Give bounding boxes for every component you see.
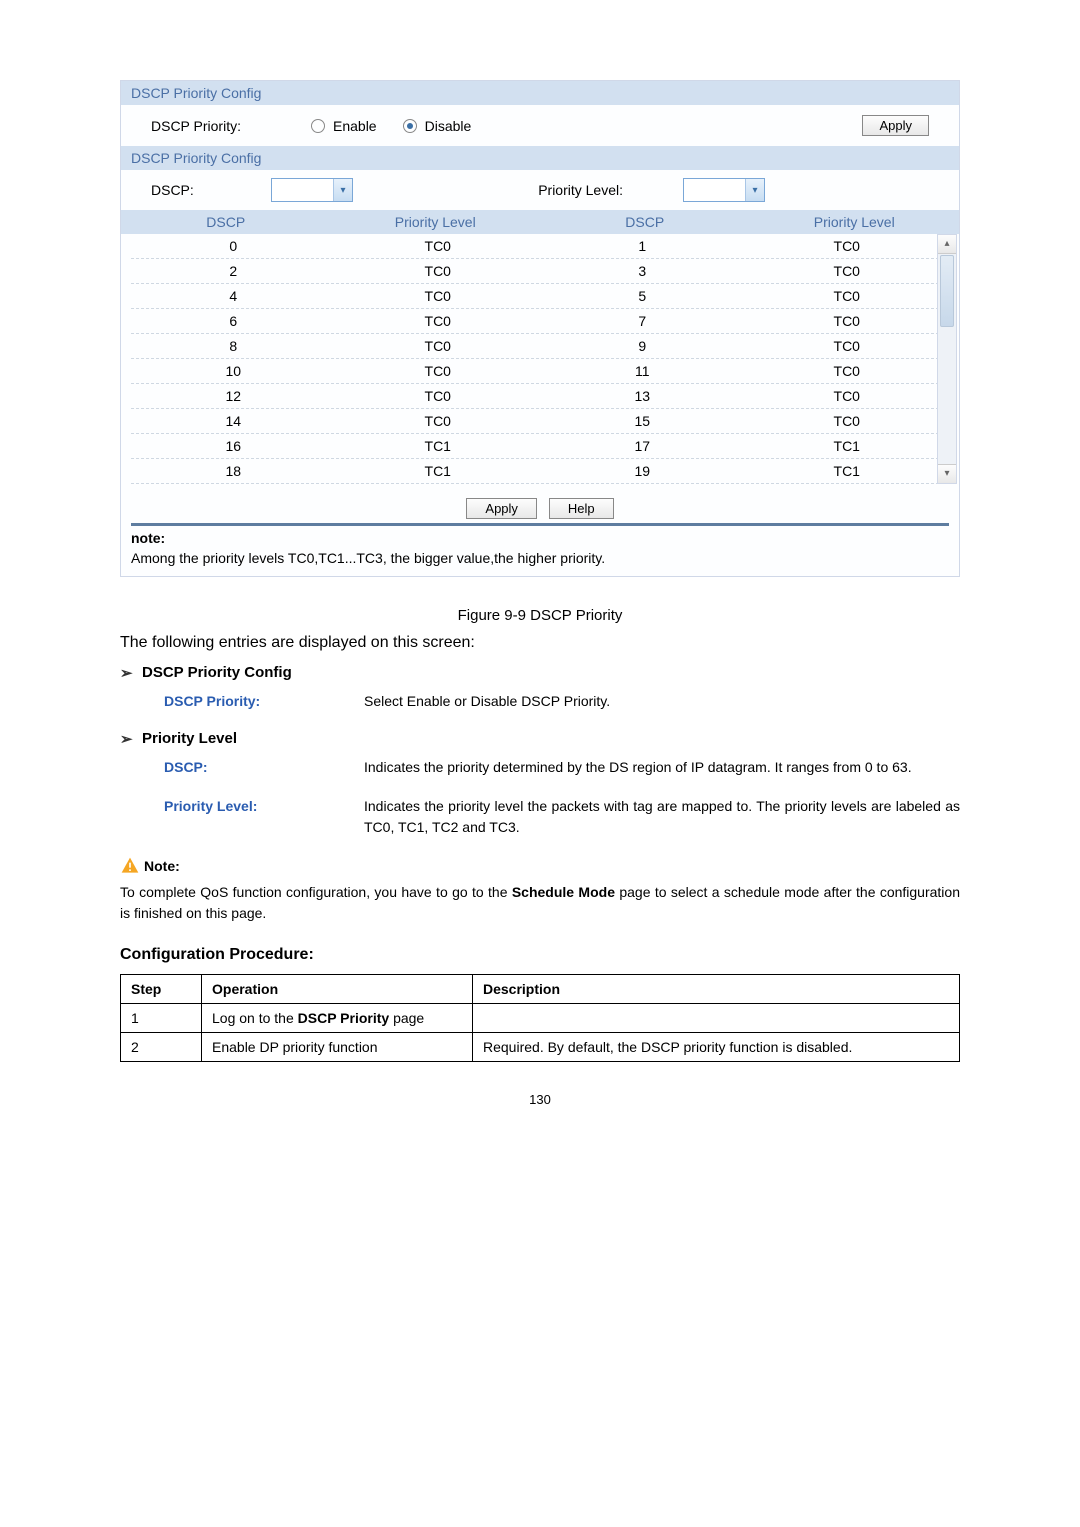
table-row: 12TC013TC0 xyxy=(131,384,949,409)
note-header: note: xyxy=(131,530,949,546)
col-priority-2: Priority Level xyxy=(750,214,960,230)
col-step: Step xyxy=(121,975,202,1004)
radio-group: Enable Disable xyxy=(311,118,471,134)
page-number: 130 xyxy=(120,1092,960,1107)
enable-label: Enable xyxy=(333,118,377,134)
table-row: 18TC119TC1 xyxy=(131,459,949,484)
intro-text: The following entries are displayed on t… xyxy=(120,634,960,652)
dscp-config-panel: DSCP Priority Config DSCP Priority: Enab… xyxy=(120,80,960,577)
disable-label: Disable xyxy=(425,118,472,134)
desc-key: Priority Level: xyxy=(164,796,364,838)
scrollbar[interactable]: ▴ ▾ xyxy=(937,234,957,484)
scroll-up-icon[interactable]: ▴ xyxy=(938,235,956,254)
proc-heading: Configuration Procedure: xyxy=(120,946,960,964)
priority-level-label: Priority Level: xyxy=(473,182,623,198)
procedure-table: Step Operation Description 1 Log on to t… xyxy=(120,974,960,1062)
desc-section: DSCP Priority Config DSCP Priority: Sele… xyxy=(120,664,960,838)
col-dscp: DSCP xyxy=(121,214,331,230)
desc-key: DSCP Priority: xyxy=(164,691,364,712)
warning-icon xyxy=(120,856,140,876)
col-dscp-2: DSCP xyxy=(540,214,750,230)
dscp-label: DSCP: xyxy=(151,182,271,198)
desc-row: DSCP Priority: Select Enable or Disable … xyxy=(164,691,960,712)
table-row: 14TC015TC0 xyxy=(131,409,949,434)
note-block: Note: To complete QoS function configura… xyxy=(120,856,960,924)
dscp-select[interactable]: ▾ xyxy=(271,178,353,202)
table-row: 8TC09TC0 xyxy=(131,334,949,359)
chevron-down-icon: ▾ xyxy=(333,179,352,201)
scroll-down-icon[interactable]: ▾ xyxy=(938,464,956,483)
table-row: 6TC07TC0 xyxy=(131,309,949,334)
data-rows: 0TC01TC0 2TC03TC0 4TC05TC0 6TC07TC0 8TC0… xyxy=(121,234,959,484)
dscp-priority-row: DSCP Priority: Enable Disable Apply xyxy=(121,105,959,146)
section-heading: DSCP Priority Config xyxy=(142,664,960,681)
table-row: 16TC117TC1 xyxy=(131,434,949,459)
chevron-down-icon: ▾ xyxy=(745,179,764,201)
table-row: 0TC01TC0 xyxy=(131,234,949,259)
table-row: 10TC011TC0 xyxy=(131,359,949,384)
table-row: 2 Enable DP priority function Required. … xyxy=(121,1033,960,1062)
table-row: 4TC05TC0 xyxy=(131,284,949,309)
col-description: Description xyxy=(473,975,960,1004)
dscp-priority-label: DSCP Priority: xyxy=(151,118,311,134)
figure-caption: Figure 9-9 DSCP Priority xyxy=(120,607,960,624)
panel-title-2: DSCP Priority Config xyxy=(121,146,959,170)
select-row: DSCP: ▾ Priority Level: ▾ xyxy=(121,170,959,210)
table-header-row: Step Operation Description xyxy=(121,975,960,1004)
priority-level-select[interactable]: ▾ xyxy=(683,178,765,202)
section-heading: Priority Level xyxy=(142,730,960,747)
note-text: Among the priority levels TC0,TC1...TC3,… xyxy=(131,550,949,566)
desc-row: DSCP: Indicates the priority determined … xyxy=(164,757,960,778)
panel-title: DSCP Priority Config xyxy=(121,81,959,105)
table-row: 2TC03TC0 xyxy=(131,259,949,284)
apply-button[interactable]: Apply xyxy=(862,115,929,136)
desc-val: Indicates the priority determined by the… xyxy=(364,757,960,778)
table-header: DSCP Priority Level DSCP Priority Level xyxy=(121,210,959,234)
note-bar: note: Among the priority levels TC0,TC1.… xyxy=(131,523,949,566)
enable-radio[interactable] xyxy=(311,119,325,133)
note-body: To complete QoS function configuration, … xyxy=(120,882,960,924)
help-button[interactable]: Help xyxy=(549,498,614,519)
desc-key: DSCP: xyxy=(164,757,364,778)
table-row: 1 Log on to the DSCP Priority page xyxy=(121,1004,960,1033)
col-operation: Operation xyxy=(202,975,473,1004)
col-priority: Priority Level xyxy=(331,214,541,230)
scroll-thumb[interactable] xyxy=(940,255,954,327)
table-apply-button[interactable]: Apply xyxy=(466,498,537,519)
desc-val: Indicates the priority level the packets… xyxy=(364,796,960,838)
disable-radio[interactable] xyxy=(403,119,417,133)
note-title: Note: xyxy=(120,856,960,876)
center-buttons: Apply Help xyxy=(121,484,959,523)
desc-val: Select Enable or Disable DSCP Priority. xyxy=(364,691,960,712)
desc-row: Priority Level: Indicates the priority l… xyxy=(164,796,960,838)
